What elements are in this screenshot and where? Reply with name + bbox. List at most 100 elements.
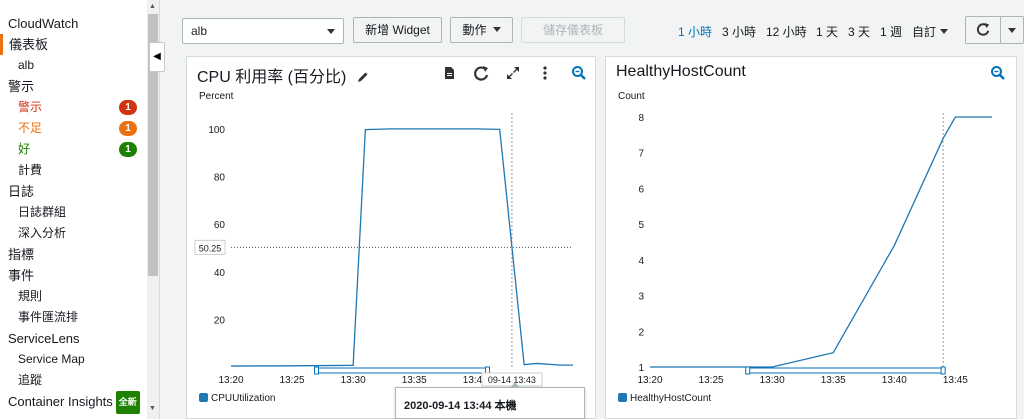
y-tick-label: 2 bbox=[638, 327, 644, 338]
custom-label: 自訂 bbox=[912, 25, 937, 39]
tooltip-text: 2020-09-14 13:44 本機 bbox=[404, 400, 517, 412]
time-range-1w[interactable]: 1 週 bbox=[880, 23, 902, 40]
time-range-brush bbox=[316, 367, 488, 374]
sidebar-item-in-alarm[interactable]: 警示 1 bbox=[0, 97, 159, 118]
healthy-host-count-widget[interactable]: HealthyHostCount Count 1 2 3 4 5 6 7 8 13:20 13:2… bbox=[605, 56, 1017, 419]
sidebar-title[interactable]: CloudWatch bbox=[0, 13, 159, 34]
alarm-count-badge: 1 bbox=[119, 100, 137, 115]
sidebar-item-log-groups[interactable]: 日誌群組 bbox=[0, 202, 159, 223]
brush-handle-left bbox=[745, 366, 751, 375]
x-tick-label: 13:35 bbox=[402, 375, 427, 386]
sidebar-item-metrics[interactable]: 指標 bbox=[0, 244, 159, 265]
sidebar-item-alarms[interactable]: 警示 bbox=[0, 76, 159, 97]
y-tick-label: 7 bbox=[638, 149, 644, 160]
time-range-1d[interactable]: 1 天 bbox=[816, 23, 838, 40]
refresh-button-group bbox=[965, 16, 1024, 44]
y-tick-label: 6 bbox=[638, 184, 644, 195]
caret-down-icon bbox=[327, 29, 335, 34]
refresh-interval-dropdown[interactable] bbox=[1001, 17, 1023, 43]
y-tick-label: 60 bbox=[214, 220, 226, 231]
time-range-12h[interactable]: 12 小時 bbox=[766, 23, 807, 40]
refresh-button[interactable] bbox=[966, 17, 1000, 43]
dashboard-select[interactable]: alb bbox=[182, 18, 344, 44]
cpu-chart[interactable]: 2040608010013:20 13:25 13:30 13:35 13:4050.2… bbox=[187, 97, 597, 407]
time-range-3d[interactable]: 3 天 bbox=[848, 23, 870, 40]
sidebar-item-insights[interactable]: 深入分析 bbox=[0, 223, 159, 244]
add-widget-button[interactable]: 新增 Widget bbox=[353, 17, 442, 43]
y-tick-label: 4 bbox=[638, 256, 644, 267]
sidebar-item-dashboard-alb[interactable]: alb bbox=[0, 55, 159, 76]
series-line-healthyhostcount bbox=[650, 116, 992, 368]
widget-title: HealthyHostCount bbox=[616, 63, 746, 80]
y-tick-label: 5 bbox=[638, 220, 644, 231]
sidebar-item-events[interactable]: 事件 bbox=[0, 265, 159, 286]
brush-handle-left bbox=[314, 366, 319, 375]
hover-tooltip: 2020-09-14 13:44 本機 bbox=[395, 382, 585, 419]
brush-handle-right bbox=[940, 366, 946, 375]
time-range-custom[interactable]: 自訂 bbox=[912, 23, 949, 40]
legend-swatch bbox=[199, 393, 208, 402]
sidebar-item-container-insights[interactable]: Container Insights 全新 bbox=[0, 391, 159, 414]
time-range-3h[interactable]: 3 小時 bbox=[722, 23, 756, 40]
sidebar-item-rules[interactable]: 規則 bbox=[0, 286, 159, 307]
time-range-brush bbox=[747, 367, 944, 374]
dashboard-select-value: alb bbox=[191, 24, 208, 38]
sidebar-item-event-buses[interactable]: 事件匯流排 bbox=[0, 307, 159, 328]
chart-legend[interactable]: HealthyHostCount bbox=[618, 393, 711, 404]
sidebar-item-billing[interactable]: 計費 bbox=[0, 160, 159, 181]
chart-legend[interactable]: CPUUtilization bbox=[199, 393, 275, 404]
sidebar-item-label: Container Insights bbox=[8, 394, 113, 409]
more-options-icon[interactable] bbox=[537, 65, 553, 81]
sidebar-item-insufficient[interactable]: 不足 1 bbox=[0, 118, 159, 139]
sidebar-item-label: 警示 bbox=[18, 100, 43, 114]
y-tick-label: 40 bbox=[214, 268, 226, 279]
scroll-down-arrow-icon[interactable]: ▼ bbox=[149, 405, 156, 412]
sidebar-item-logs[interactable]: 日誌 bbox=[0, 181, 159, 202]
x-tick-label: 13:20 bbox=[218, 375, 243, 386]
sidebar-item-label: 不足 bbox=[18, 121, 43, 135]
sidebar-item-service-map[interactable]: Service Map bbox=[0, 349, 159, 370]
collapse-sidebar-button[interactable]: ◀ bbox=[149, 42, 165, 72]
legend-swatch bbox=[618, 393, 627, 402]
sidebar-item-servicelens[interactable]: ServiceLens bbox=[0, 328, 159, 349]
x-tick-label: 13:30 bbox=[341, 375, 366, 386]
chevron-left-icon: ◀ bbox=[153, 51, 161, 62]
legend-label: HealthyHostCount bbox=[630, 393, 712, 404]
x-tick-label: 13:30 bbox=[760, 375, 785, 386]
caret-down-icon bbox=[1008, 28, 1016, 33]
tooltip-arrow bbox=[510, 382, 520, 388]
sidebar: CloudWatch 儀表板 alb 警示 警示 1 不足 1 好 1 計費 日… bbox=[0, 0, 160, 419]
sidebar-item-traces[interactable]: 追蹤 bbox=[0, 370, 159, 391]
save-dashboard-button[interactable]: 儲存儀表板 bbox=[521, 17, 625, 43]
expand-icon[interactable] bbox=[505, 65, 521, 81]
ok-count-badge: 1 bbox=[119, 142, 137, 157]
insufficient-count-badge: 1 bbox=[119, 121, 137, 136]
widget-title-text: CPU 利用率 (百分比) bbox=[197, 69, 347, 86]
x-tick-label: 13:25 bbox=[699, 375, 724, 386]
new-badge: 全新 bbox=[115, 391, 140, 414]
legend-label: CPUUtilization bbox=[211, 393, 276, 404]
sidebar-item-ok[interactable]: 好 1 bbox=[0, 139, 159, 160]
zoom-icon[interactable] bbox=[571, 65, 587, 81]
scroll-up-arrow-icon[interactable]: ▲ bbox=[149, 3, 156, 10]
sidebar-item-label: 好 bbox=[18, 142, 31, 156]
x-tick-label: 13:20 bbox=[637, 375, 662, 386]
document-icon[interactable] bbox=[441, 65, 457, 81]
time-range-1h[interactable]: 1 小時 bbox=[678, 23, 712, 40]
refresh-icon[interactable] bbox=[473, 65, 489, 81]
y-tick-label: 1 bbox=[638, 363, 644, 374]
actions-button[interactable]: 動作 bbox=[450, 17, 513, 43]
pencil-icon[interactable] bbox=[357, 71, 369, 83]
x-tick-label: 13:45 bbox=[943, 375, 968, 386]
dashboard-toolbar: alb 新增 Widget 動作 儲存儀表板 1 小時 3 小時 12 小時 1… bbox=[170, 14, 1024, 46]
sidebar-item-dashboards[interactable]: 儀表板 bbox=[0, 34, 159, 55]
healthy-host-chart[interactable]: 1 2 3 4 5 6 7 8 13:20 13:25 13:30 13:35 13:40 13:45 bbox=[606, 97, 1018, 407]
zoom-icon[interactable] bbox=[990, 65, 1006, 81]
caret-down-icon bbox=[940, 29, 949, 34]
cpu-utilization-widget[interactable]: CPU 利用率 (百分比) Percent 20 40 60 80 100 13:20 13… bbox=[186, 56, 596, 419]
widget-title: CPU 利用率 (百分比) bbox=[197, 63, 369, 87]
y-tick-label: 8 bbox=[638, 113, 644, 124]
crosshair-y-label: 50.25 bbox=[194, 239, 226, 255]
x-tick-label: 13:25 bbox=[280, 375, 305, 386]
x-tick-label: 13:40 bbox=[882, 375, 907, 386]
